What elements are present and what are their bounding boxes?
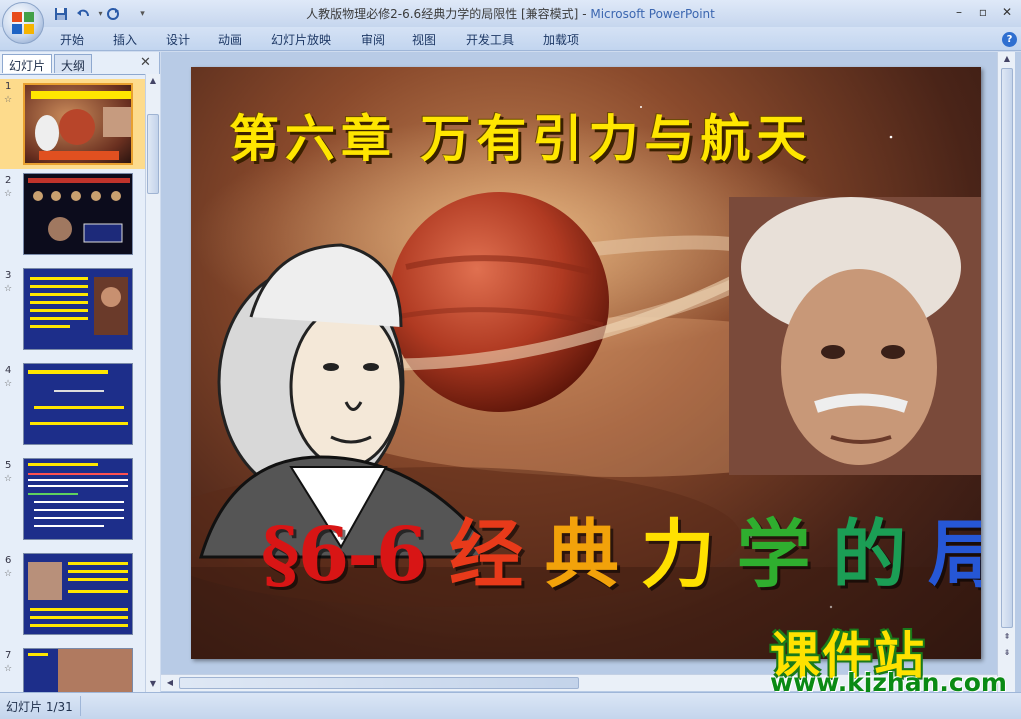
pane-close-icon[interactable]: ✕ [140, 55, 151, 70]
tab-design[interactable]: 设计 [166, 31, 190, 48]
chapter-title: 第六章 万有引力与航天 [229, 109, 813, 168]
slide-editor: 第六章 万有引力与航天 §6-6 经 典 力 学 的 局 限 性 ▲ ⇞ ⇟ ◀ [161, 52, 1021, 692]
document-title: 人教版物理必修2-6.6经典力学的局限性 [兼容模式] [306, 7, 579, 21]
thumbnail-image [23, 458, 133, 540]
scroll-up-icon[interactable]: ▲ [1000, 52, 1014, 66]
lesson-title-part: 局 [927, 512, 981, 598]
lesson-title-part: 力 [640, 512, 715, 598]
slide-number: 4 [5, 365, 12, 376]
office-button[interactable] [2, 2, 44, 44]
slide-animation-star-icon: ☆ [4, 379, 13, 389]
thumbnail-image [23, 553, 133, 635]
ribbon-tabs: 开始 插入 设计 动画 幻灯片放映 审阅 视图 开发工具 加载项 ? [0, 27, 1021, 51]
slide-animation-star-icon: ☆ [4, 569, 13, 579]
tab-animation[interactable]: 动画 [218, 31, 242, 48]
scrollbar-thumb[interactable] [179, 677, 579, 689]
slide-thumbnail-list: 1 ☆ 2 ☆ 3 ☆ 4 ☆ 5 ☆ 6 ☆ 7 ☆ [0, 74, 145, 692]
title-bar: ▾ ▾ 人教版物理必修2-6.6经典力学的局限性 [兼容模式] - Micros… [0, 0, 1021, 27]
lesson-title: §6-6 经 典 力 学 的 局 限 性 [261, 495, 981, 602]
office-logo-icon [12, 12, 34, 34]
tab-addins[interactable]: 加载项 [543, 31, 579, 48]
scroll-up-icon[interactable]: ▲ [146, 74, 160, 88]
slide-thumbnail[interactable]: 4 ☆ [0, 363, 145, 453]
slide-animation-star-icon: ☆ [4, 95, 13, 105]
slide-thumbnail[interactable]: 5 ☆ [0, 458, 145, 548]
status-bar: 幻灯片 1/31 [0, 692, 1021, 719]
tab-outline[interactable]: 大纲 [54, 54, 93, 73]
slide-number: 2 [5, 175, 12, 186]
thumbnail-image [23, 83, 133, 165]
editor-vertical-scrollbar[interactable]: ▲ ⇞ ⇟ [997, 52, 1015, 692]
close-icon[interactable]: ✕ [996, 3, 1018, 21]
lesson-title-part: 学 [736, 512, 810, 598]
app-name: Microsoft PowerPoint [590, 7, 715, 21]
thumbnail-image [23, 268, 133, 350]
slide-counter: 幻灯片 1/31 [6, 700, 73, 714]
scrollbar-thumb[interactable] [147, 114, 159, 194]
minimize-icon[interactable]: – [948, 3, 970, 21]
window-title: 人教版物理必修2-6.6经典力学的局限性 [兼容模式] - Microsoft … [0, 5, 1021, 22]
scroll-down-icon[interactable]: ▼ [146, 677, 160, 691]
tab-slides[interactable]: 幻灯片 [2, 54, 53, 73]
tab-insert[interactable]: 插入 [113, 31, 137, 48]
slide-animation-star-icon: ☆ [4, 664, 13, 674]
slide-animation-star-icon: ☆ [4, 284, 13, 294]
scroll-left-icon[interactable]: ◀ [163, 676, 177, 690]
scrollbar-thumb[interactable] [1001, 68, 1013, 628]
tab-view[interactable]: 视图 [412, 31, 436, 48]
status-divider [80, 696, 81, 716]
lesson-title-part: 的 [832, 512, 906, 598]
slide-thumbnail[interactable]: 6 ☆ [0, 553, 145, 643]
lesson-title-part: 经 [449, 512, 523, 598]
next-slide-icon[interactable]: ⇟ [1000, 646, 1014, 660]
slide-thumbnail[interactable]: 1 ☆ [0, 79, 145, 169]
tab-review[interactable]: 审阅 [361, 31, 385, 48]
slide-number: 6 [5, 555, 12, 566]
slide-thumbnail[interactable]: 7 ☆ [0, 648, 145, 692]
current-slide[interactable]: 第六章 万有引力与航天 §6-6 经 典 力 学 的 局 限 性 [191, 67, 981, 659]
slides-pane-scrollbar[interactable]: ▲ ▼ [145, 74, 160, 692]
tab-home[interactable]: 开始 [60, 31, 84, 48]
thumbnail-image [23, 648, 133, 692]
slide-number: 5 [5, 460, 12, 471]
slide-number: 1 [5, 81, 12, 92]
title-separator: - [578, 7, 591, 21]
thumbnail-image [23, 173, 133, 255]
slide-animation-star-icon: ☆ [4, 474, 13, 484]
previous-slide-icon[interactable]: ⇞ [1000, 630, 1014, 644]
slide-thumbnail[interactable]: 3 ☆ [0, 268, 145, 358]
lesson-title-part: §6-6 [261, 512, 427, 598]
lesson-title-part: 典 [544, 512, 619, 598]
tab-developer[interactable]: 开发工具 [466, 31, 514, 48]
maximize-icon[interactable]: ▫ [972, 3, 994, 21]
slide-number: 7 [5, 650, 12, 661]
slide-thumbnail[interactable]: 2 ☆ [0, 173, 145, 263]
tab-slideshow[interactable]: 幻灯片放映 [271, 31, 331, 48]
thumbnail-image [23, 363, 133, 445]
slides-pane: 幻灯片 大纲 ✕ 1 ☆ 2 ☆ 3 ☆ 4 ☆ 5 ☆ 6 ☆ 7 ☆ ▲ ▼ [0, 52, 160, 692]
slide-animation-star-icon: ☆ [4, 189, 13, 199]
slide-number: 3 [5, 270, 12, 281]
help-icon[interactable]: ? [1002, 32, 1017, 47]
